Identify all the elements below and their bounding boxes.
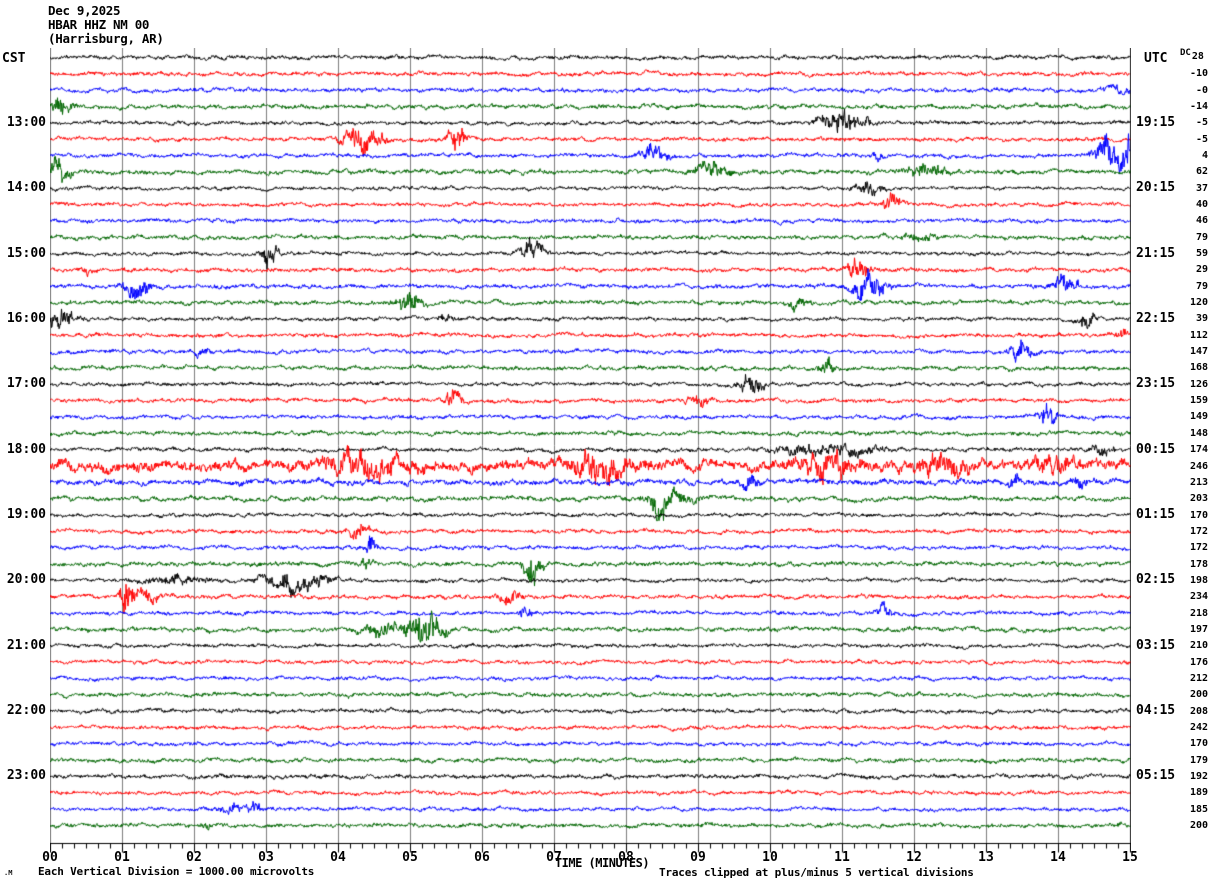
dc-offset-header-text: DC: [1180, 48, 1191, 58]
dc-offset-value: 4: [1156, 150, 1208, 161]
cst-hour-label: 19:00: [0, 508, 46, 522]
dc-offset-value: 46: [1156, 215, 1208, 226]
cst-hour-label: 20:00: [0, 573, 46, 587]
dc-offset-value: 212: [1156, 673, 1208, 684]
dc-offset-value: 126: [1156, 379, 1208, 390]
x-tick-label: 06: [467, 850, 497, 865]
dc-offset-value: 39: [1156, 313, 1208, 324]
dc-offset-value: 189: [1156, 787, 1208, 798]
dc-offset-value: 210: [1156, 640, 1208, 651]
cst-hour-label: 15:00: [0, 247, 46, 261]
dc-offset-value: 246: [1156, 461, 1208, 472]
dc-offset-value: 172: [1156, 542, 1208, 553]
dc-offset-value: 168: [1156, 362, 1208, 373]
dc-offset-value: 79: [1156, 281, 1208, 292]
dc-offset-value: 198: [1156, 575, 1208, 586]
x-tick-label: 10: [755, 850, 785, 865]
cst-hour-label: 13:00: [0, 116, 46, 130]
dc-offset-value: 242: [1156, 722, 1208, 733]
dc-offset-value: -5: [1156, 117, 1208, 128]
vertical-scale-note: Each Vertical Division = 1000.00 microvo…: [38, 865, 314, 878]
dc-offset-value: 170: [1156, 510, 1208, 521]
helicorder-traces-canvas: [50, 48, 1131, 858]
cst-hour-label: 17:00: [0, 377, 46, 391]
dc-offset-value: 147: [1156, 346, 1208, 357]
x-tick-label: 00: [35, 850, 65, 865]
cst-hour-label: 16:00: [0, 312, 46, 326]
dc-offset-value: 213: [1156, 477, 1208, 488]
helicorder-screen: Dec 9,2025 HBAR HHZ NM 00 (Harrisburg, A…: [0, 0, 1210, 886]
dc-offset-value: 170: [1156, 738, 1208, 749]
dc-offset-value: 40: [1156, 199, 1208, 210]
dc-offset-value: 208: [1156, 706, 1208, 717]
dc-offset-value: 200: [1156, 689, 1208, 700]
dc-offset-value: 176: [1156, 657, 1208, 668]
cst-hour-label: 14:00: [0, 181, 46, 195]
dc-offset-value: 192: [1156, 771, 1208, 782]
cst-hour-label: 21:00: [0, 639, 46, 653]
plotter-watermark: .M: [4, 869, 12, 877]
dc-offset-first-value: 28: [1192, 51, 1204, 62]
cst-hour-label: 23:00: [0, 769, 46, 783]
dc-offset-header: DC28: [1180, 47, 1203, 58]
dc-offset-value: 174: [1156, 444, 1208, 455]
x-tick-label: 04: [323, 850, 353, 865]
x-tick-label: 13: [971, 850, 1001, 865]
dc-offset-value: -5: [1156, 134, 1208, 145]
dc-offset-value: 159: [1156, 395, 1208, 406]
plot-date: Dec 9,2025: [48, 4, 120, 18]
dc-offset-value: 29: [1156, 264, 1208, 275]
dc-offset-value: 112: [1156, 330, 1208, 341]
x-tick-label: 03: [251, 850, 281, 865]
dc-offset-value: 79: [1156, 232, 1208, 243]
dc-offset-value: 200: [1156, 820, 1208, 831]
dc-offset-value: -14: [1156, 101, 1208, 112]
dc-offset-value: 62: [1156, 166, 1208, 177]
x-tick-label: 14: [1043, 850, 1073, 865]
x-tick-label: 02: [179, 850, 209, 865]
dc-offset-value: 179: [1156, 755, 1208, 766]
dc-offset-value: 218: [1156, 608, 1208, 619]
dc-offset-value: 37: [1156, 183, 1208, 194]
dc-offset-value: 197: [1156, 624, 1208, 635]
cst-hour-label: 22:00: [0, 704, 46, 718]
dc-offset-value: -10: [1156, 68, 1208, 79]
cst-hour-label: 18:00: [0, 443, 46, 457]
dc-offset-value: 148: [1156, 428, 1208, 439]
dc-offset-value: 172: [1156, 526, 1208, 537]
x-tick-label: 05: [395, 850, 425, 865]
x-tick-label: 11: [827, 850, 857, 865]
dc-offset-value: 203: [1156, 493, 1208, 504]
right-timezone-label: UTC: [1144, 51, 1167, 66]
station-location: (Harrisburg, AR): [48, 32, 164, 46]
dc-offset-value: 149: [1156, 411, 1208, 422]
dc-offset-value: 59: [1156, 248, 1208, 259]
x-tick-label: 01: [107, 850, 137, 865]
x-tick-label: 15: [1115, 850, 1145, 865]
x-tick-label: 12: [899, 850, 929, 865]
dc-offset-value: -0: [1156, 85, 1208, 96]
dc-offset-value: 185: [1156, 804, 1208, 815]
clipping-note: Traces clipped at plus/minus 5 vertical …: [659, 866, 974, 879]
dc-offset-value: 178: [1156, 559, 1208, 570]
left-timezone-label: CST: [2, 51, 25, 66]
station-code: HBAR HHZ NM 00: [48, 18, 149, 32]
dc-offset-value: 120: [1156, 297, 1208, 308]
dc-offset-value: 234: [1156, 591, 1208, 602]
